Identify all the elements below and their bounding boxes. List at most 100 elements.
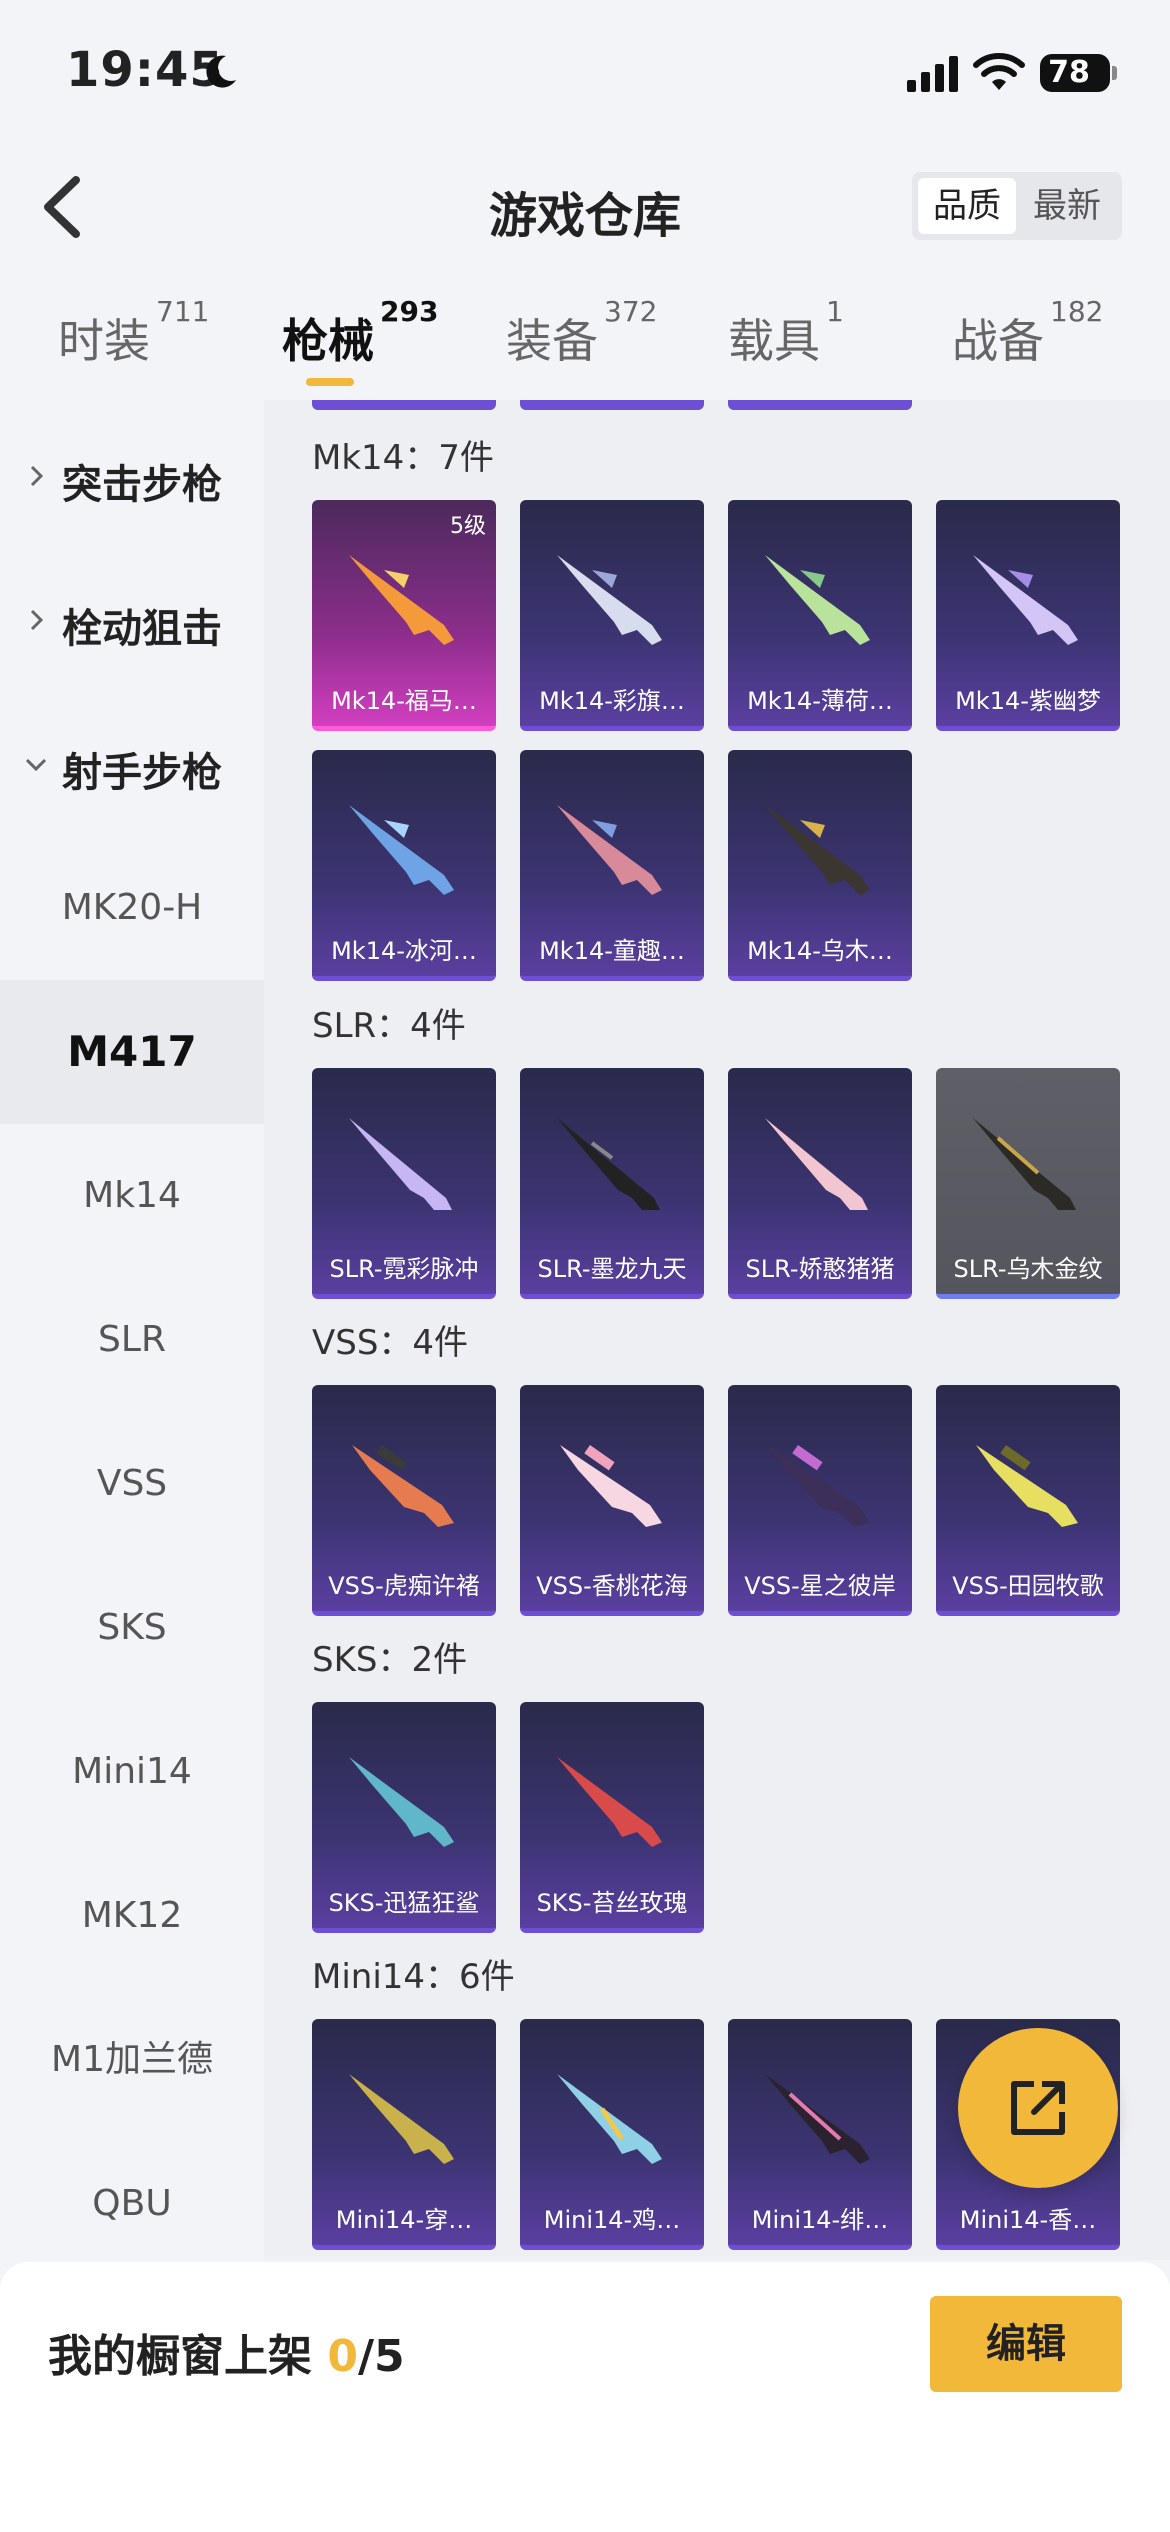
tab-weapons[interactable]: 枪械293 [282,295,438,371]
rifle-icon [557,2074,662,2164]
active-tab-indicator [306,378,354,386]
skin-name: Mk14-福马… [331,687,477,715]
skin-name: SLR-娇憨猪猪 [745,1255,895,1283]
edit-button[interactable]: 编辑 [930,2296,1122,2392]
skin-name: Mini14-鸡… [543,2206,681,2234]
skin-card[interactable]: VSS-香桃花海 [520,1385,704,1616]
skin-card[interactable]: Mk14-薄荷… [728,500,912,731]
sidebar-item-mini14[interactable]: Mini14 [0,1700,264,1844]
skin-name: Mk14-冰河… [331,937,477,965]
skin-card[interactable]: SLR-娇憨猪猪 [728,1068,912,1299]
skin-card[interactable]: Mk14-童趣… [520,750,704,981]
rifle-icon [973,1118,1076,1210]
skin-name: SKS-迅猛狂鲨 [328,1889,480,1917]
skin-name: VSS-田园牧歌 [952,1572,1104,1600]
rifle-icon [765,805,870,895]
tab-equipment[interactable]: 装备372 [506,295,657,371]
sidebar-item-slr[interactable]: SLR [0,1268,264,1412]
chevron-down-icon [25,758,47,772]
skin-card[interactable]: SLR-墨龙九天 [520,1068,704,1299]
skin-card[interactable]: VSS-星之彼岸 [728,1385,912,1616]
sidebar-category-assault-rifle[interactable]: 突击步枪 [0,430,264,526]
skin-name: SLR-墨龙九天 [537,1255,687,1283]
skin-name: VSS-星之彼岸 [744,1572,896,1600]
skin-name: Mk14-彩旗… [539,687,685,715]
chevron-right-icon [30,465,44,487]
tab-count: 711 [156,295,210,328]
sidebar-category-bolt-sniper[interactable]: 栓动狙击 [0,574,264,670]
skin-name: Mini14-穿… [335,2206,473,2234]
skin-card[interactable]: SKS-迅猛狂鲨 [312,1702,496,1933]
showcase-count: 0 [327,2331,358,2382]
rifle-icon [768,1445,870,1527]
rifle-icon [765,2074,870,2164]
sort-newest-button[interactable]: 最新 [1018,178,1116,234]
section-title-mk14: Mk14：7件 [312,438,494,478]
status-bar: 19:45 78 [0,0,1170,150]
chevron-right-icon [30,609,44,631]
skin-name: Mini14-绯… [751,2206,889,2234]
sidebar-item-m1-garand[interactable]: M1加兰德 [0,1988,264,2132]
sidebar-item-mk14[interactable]: Mk14 [0,1124,264,1268]
skin-name: VSS-香桃花海 [536,1572,688,1600]
skin-card[interactable]: Mk14-乌木… [728,750,912,981]
skin-name: Mini14-香… [959,2206,1097,2234]
skin-card[interactable]: Mk14-彩旗… [520,500,704,731]
rifle-icon [557,805,662,895]
tab-fashion[interactable]: 时装711 [58,295,209,371]
rifle-icon [349,2074,454,2164]
wifi-icon [973,53,1025,90]
cutoff-card-edge [728,400,912,410]
sidebar-item-m417[interactable]: M417 [0,980,264,1124]
rifle-icon [765,555,870,645]
skin-card[interactable]: SLR-霓彩脉冲 [312,1068,496,1299]
sidebar-item-mk12[interactable]: MK12 [0,1844,264,1988]
tab-gear[interactable]: 战备182 [952,295,1103,371]
skin-card[interactable]: Mk14-紫幽梦 [936,500,1120,731]
skin-card[interactable]: Mini14-鸡… [520,2019,704,2250]
skin-card[interactable]: SLR-乌木金纹 [936,1068,1120,1299]
cutoff-card-edge [520,400,704,410]
skin-name: SKS-苔丝玫瑰 [536,1889,688,1917]
showcase-total: /5 [357,2331,405,2382]
skin-card[interactable]: Mini14-绯… [728,2019,912,2250]
section-title-sks: SKS：2件 [312,1640,468,1680]
rifle-icon [349,555,454,645]
rifle-icon [973,555,1078,645]
sidebar-item-sks[interactable]: SKS [0,1556,264,1700]
skin-name: SLR-霓彩脉冲 [329,1255,479,1283]
tab-vehicles[interactable]: 载具1 [728,295,844,371]
sidebar-item-qbu[interactable]: QBU [0,2132,264,2276]
rifle-icon [352,1445,454,1527]
rifle-icon [349,805,454,895]
skin-name: Mk14-乌木… [747,937,893,965]
skin-card[interactable]: Mini14-穿… [312,2019,496,2250]
sidebar-item-vss[interactable]: VSS [0,1412,264,1556]
skin-card[interactable]: 5级 Mk14-福马… [312,500,496,731]
skin-card[interactable]: VSS-虎痴许褚 [312,1385,496,1616]
share-button[interactable] [958,2028,1118,2188]
rifle-icon [557,555,662,645]
skin-card[interactable]: VSS-田园牧歌 [936,1385,1120,1616]
sidebar-item-mk20h[interactable]: MK20-H [0,836,264,980]
tab-count: 372 [604,295,658,328]
external-link-icon [1011,2081,1065,2135]
tab-count: 293 [380,295,439,328]
rifle-icon [976,1445,1078,1527]
skin-card[interactable]: Mk14-冰河… [312,750,496,981]
showcase-bar: 我的橱窗上架 0/5 编辑 [0,2262,1170,2532]
skin-name: SLR-乌木金纹 [953,1255,1103,1283]
category-sidebar: 突击步枪 栓动狙击 射手步枪 MK20-H M417 Mk14 SLR VSS … [0,400,264,2260]
skin-name: Mk14-紫幽梦 [955,687,1101,715]
skin-name: Mk14-童趣… [539,937,685,965]
sort-toggle: 品质 最新 [912,172,1122,240]
skin-name: Mk14-薄荷… [747,687,893,715]
skin-card[interactable]: SKS-苔丝玫瑰 [520,1702,704,1933]
sort-quality-button[interactable]: 品质 [918,178,1016,234]
sidebar-category-marksman-rifle[interactable]: 射手步枪 [0,718,264,814]
tab-count: 1 [826,295,844,328]
rifle-icon [765,1118,868,1210]
battery-level: 78 [1048,55,1090,90]
section-title-vss: VSS：4件 [312,1323,469,1363]
cellular-signal-icon [907,56,958,92]
